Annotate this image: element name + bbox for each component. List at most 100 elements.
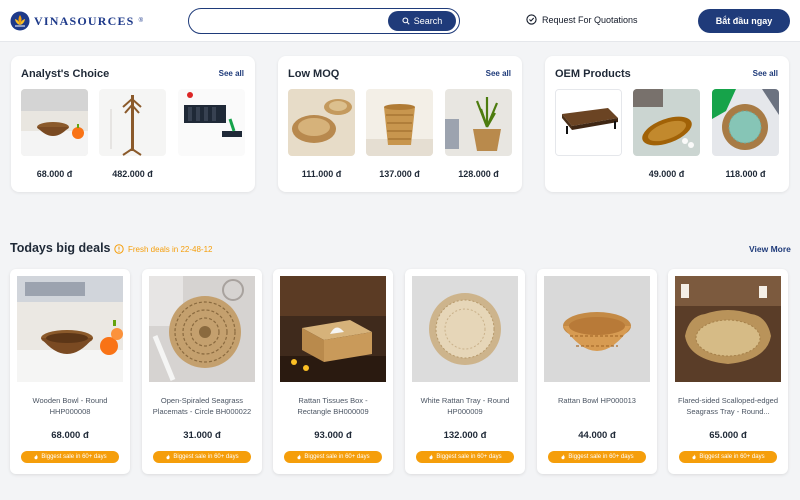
- deal-card[interactable]: White Rattan Tray - Round HP000009 132.0…: [405, 269, 525, 474]
- deal-card[interactable]: Wooden Bowl - Round HHP000008 68.000 đ B…: [10, 269, 130, 474]
- scalloped-tray-image: [675, 276, 781, 382]
- deal-price: 31.000 đ: [183, 430, 221, 441]
- deal-card[interactable]: Open-Spiraled Seagrass Placemats - Circl…: [142, 269, 262, 474]
- sale-badge-label: Biggest sale in 60+ days: [41, 454, 107, 460]
- sale-badge-label: Biggest sale in 60+ days: [699, 454, 765, 460]
- search-icon: [402, 17, 410, 25]
- see-all-link[interactable]: See all: [219, 69, 244, 78]
- wooden-bowl-image: [17, 276, 123, 382]
- product-image: [366, 89, 433, 156]
- top-header: VINASOURCES ® Search Request For Quotatio…: [0, 0, 800, 42]
- deal-name: White Rattan Tray - Round HP000009: [420, 396, 510, 416]
- registered-mark: ®: [138, 18, 143, 24]
- search-button[interactable]: Search: [388, 11, 456, 31]
- deal-price: 68.000 đ: [51, 430, 89, 441]
- planter-basket-image: [445, 89, 512, 156]
- card-title: Low MOQ: [288, 68, 340, 80]
- flame-icon: [561, 454, 566, 460]
- deal-price: 93.000 đ: [314, 430, 352, 441]
- info-icon: [114, 244, 124, 254]
- product-price: 68.000 đ: [36, 169, 73, 179]
- card-title: Analyst's Choice: [21, 68, 110, 80]
- flame-icon: [692, 454, 697, 460]
- deal-name: Wooden Bowl - Round HHP000008: [32, 396, 108, 416]
- wall-shelf-image: [178, 89, 245, 156]
- product-tile[interactable]: 49.000 đ: [633, 89, 700, 179]
- product-tile[interactable]: [555, 89, 622, 169]
- search-input[interactable]: [199, 12, 389, 30]
- product-tile[interactable]: 118.000 đ: [712, 89, 779, 179]
- sale-badge: Biggest sale in 60+ days: [416, 451, 514, 463]
- deal-card[interactable]: Rattan Bowl HP000013 44.000 đ Biggest sa…: [537, 269, 657, 474]
- cutting-board-image: [633, 89, 700, 156]
- sale-badge-label: Biggest sale in 60+ days: [568, 454, 634, 460]
- deal-image: [675, 276, 781, 382]
- deal-name: Rattan Tissues Box - Rectangle BH000009: [297, 396, 369, 416]
- coat-rack-image: [99, 89, 166, 156]
- sale-badge: Biggest sale in 60+ days: [153, 451, 251, 463]
- product-tile[interactable]: 68.000 đ: [21, 89, 88, 179]
- deal-image: [412, 276, 518, 382]
- wood-tray-stand-image: [556, 90, 621, 155]
- seagrass-tray-image: [288, 89, 355, 156]
- deal-name: Rattan Bowl HP000013: [558, 396, 636, 405]
- product-price: 49.000 đ: [648, 169, 685, 179]
- flame-icon: [297, 454, 302, 460]
- flame-icon: [166, 454, 171, 460]
- product-tile[interactable]: 128.000 đ: [445, 89, 512, 179]
- deals-section-title: Todays big deals: [10, 241, 111, 255]
- rattan-basket-image: [366, 89, 433, 156]
- fresh-deals-timer: Fresh deals in 22-48-12: [114, 244, 213, 254]
- logo-text: VINASOURCES: [34, 13, 135, 28]
- sale-badge: Biggest sale in 60+ days: [284, 451, 382, 463]
- product-image: [21, 89, 88, 156]
- product-image: [633, 89, 700, 156]
- get-started-button[interactable]: Bắt đầu ngay: [698, 9, 790, 33]
- see-all-link[interactable]: See all: [753, 69, 778, 78]
- product-image: [555, 89, 622, 156]
- product-image: [288, 89, 355, 156]
- deal-image: [17, 276, 123, 382]
- sale-badge-label: Biggest sale in 60+ days: [304, 454, 370, 460]
- deal-name: Flared-sided Scalloped-edged Seagrass Tr…: [677, 396, 779, 416]
- quotation-icon: [526, 14, 537, 25]
- product-image: [712, 89, 779, 156]
- deal-price: 65.000 đ: [709, 430, 747, 441]
- sale-badge-label: Biggest sale in 60+ days: [436, 454, 502, 460]
- sale-badge: Biggest sale in 60+ days: [548, 451, 646, 463]
- sale-badge: Biggest sale in 60+ days: [679, 451, 777, 463]
- rfq-label: Request For Quotations: [542, 14, 638, 25]
- product-tile[interactable]: 111.000 đ: [288, 89, 355, 179]
- tissue-box-image: [280, 276, 386, 382]
- deal-image: [544, 276, 650, 382]
- card-title: OEM Products: [555, 68, 631, 80]
- product-image: [99, 89, 166, 156]
- deal-card[interactable]: Flared-sided Scalloped-edged Seagrass Tr…: [668, 269, 788, 474]
- product-tile[interactable]: 137.000 đ: [366, 89, 433, 179]
- white-tray-image: [412, 276, 518, 382]
- product-tile[interactable]: [178, 89, 245, 169]
- sale-badge-label: Biggest sale in 60+ days: [173, 454, 239, 460]
- view-more-link[interactable]: View More: [749, 244, 791, 254]
- product-price: 118.000 đ: [725, 169, 766, 179]
- search-button-label: Search: [413, 16, 443, 26]
- deal-image: [280, 276, 386, 382]
- deal-image: [149, 276, 255, 382]
- product-tile[interactable]: 482.000 đ: [99, 89, 166, 179]
- search-bar: Search: [188, 8, 460, 34]
- placemat-image: [149, 276, 255, 382]
- oem-products-card: OEM Products See all 49.000 đ 118.000 đ: [545, 56, 789, 192]
- fresh-deals-label: Fresh deals in 22-48-12: [128, 244, 213, 254]
- product-price: 128.000 đ: [458, 169, 499, 179]
- sale-badge: Biggest sale in 60+ days: [21, 451, 119, 463]
- see-all-link[interactable]: See all: [486, 69, 511, 78]
- request-quotations-link[interactable]: Request For Quotations: [526, 14, 638, 25]
- vinasources-logo[interactable]: VINASOURCES ®: [10, 11, 143, 31]
- rattan-bowl-image: [544, 276, 650, 382]
- deal-card[interactable]: Rattan Tissues Box - Rectangle BH000009 …: [273, 269, 393, 474]
- low-moq-card: Low MOQ See all 111.000 đ 137.000 đ 128.…: [278, 56, 522, 192]
- lotus-logo-icon: [10, 11, 30, 31]
- woven-round-tray-image: [712, 89, 779, 156]
- product-image: [178, 89, 245, 156]
- product-image: [445, 89, 512, 156]
